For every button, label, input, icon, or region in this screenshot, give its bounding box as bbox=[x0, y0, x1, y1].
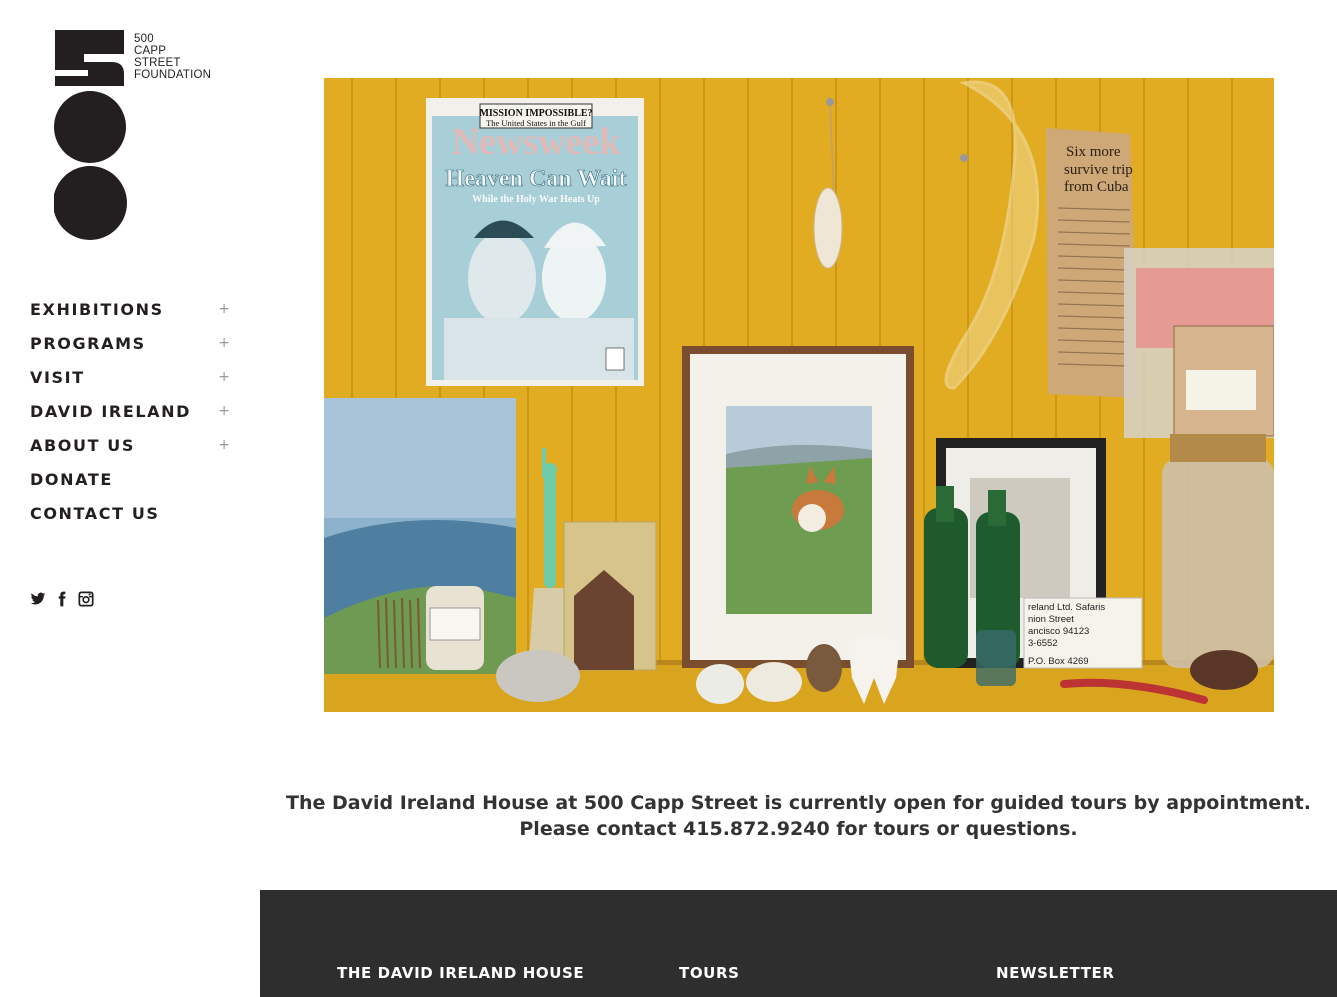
nav-item-exhibitions[interactable]: EXHIBITIONS + bbox=[30, 292, 232, 326]
expand-plus-icon[interactable]: + bbox=[218, 369, 230, 385]
logo-line: STREET bbox=[134, 57, 181, 69]
footer-heading-house: THE DAVID IRELAND HOUSE bbox=[337, 964, 585, 982]
magazine-masthead: Newsweek bbox=[452, 121, 622, 163]
logo[interactable]: 500 CAPP STREET FOUNDATION bbox=[54, 30, 224, 242]
logo-mark bbox=[54, 30, 127, 240]
postcard-line: 3-6552 bbox=[1028, 638, 1058, 649]
nav-item-label: EXHIBITIONS bbox=[30, 299, 164, 319]
clipping-line: from Cuba bbox=[1064, 179, 1129, 195]
expand-plus-icon[interactable]: + bbox=[218, 437, 230, 453]
nav-item-label: CONTACT US bbox=[30, 503, 160, 523]
nav-item-label: ABOUT US bbox=[30, 435, 135, 455]
nav-item-visit[interactable]: VISIT + bbox=[30, 360, 232, 394]
notice-line: The David Ireland House at 500 Capp Stre… bbox=[286, 792, 1311, 814]
footer-heading-tours: TOURS bbox=[679, 964, 740, 982]
clipping-line: survive trip bbox=[1064, 162, 1133, 178]
magazine-subhead: While the Holy War Heats Up bbox=[472, 194, 600, 205]
instagram-icon[interactable] bbox=[78, 591, 94, 607]
logo-line: FOUNDATION bbox=[134, 69, 212, 81]
expand-plus-icon[interactable]: + bbox=[218, 403, 230, 419]
footer-heading-newsletter: NEWSLETTER bbox=[996, 964, 1115, 982]
nav-item-label: PROGRAMS bbox=[30, 333, 146, 353]
expand-plus-icon[interactable]: + bbox=[218, 301, 230, 317]
nav-item-label: VISIT bbox=[30, 367, 85, 387]
notice-line: Please contact 415.872.9240 for tours or… bbox=[519, 818, 1078, 840]
expand-plus-icon[interactable]: + bbox=[218, 335, 230, 351]
logo-wordmark: 500 CAPP STREET FOUNDATION bbox=[134, 33, 211, 81]
tour-notice: The David Ireland House at 500 Capp Stre… bbox=[260, 790, 1337, 842]
magazine-cover: MISSION IMPOSSIBLE? The United States in… bbox=[426, 98, 644, 386]
postcard-line: nion Street bbox=[1028, 614, 1074, 625]
clipping-line: Six more bbox=[1066, 144, 1121, 160]
facebook-icon[interactable] bbox=[54, 591, 70, 607]
nav-item-contact-us[interactable]: CONTACT US bbox=[30, 496, 232, 530]
postcard-line: ancisco 94123 bbox=[1028, 626, 1089, 637]
postcard-line: reland Ltd. Safaris bbox=[1028, 602, 1105, 613]
main-nav: EXHIBITIONS + PROGRAMS + VISIT + DAVID I… bbox=[30, 292, 232, 530]
site-footer: THE DAVID IRELAND HOUSE TOURS NEWSLETTER bbox=[260, 890, 1337, 997]
twitter-icon[interactable] bbox=[30, 591, 46, 607]
social-links bbox=[30, 591, 94, 607]
nav-item-programs[interactable]: PROGRAMS + bbox=[30, 326, 232, 360]
magazine-headline: Heaven Can Wait bbox=[446, 166, 627, 192]
nav-item-about-us[interactable]: ABOUT US + bbox=[30, 428, 232, 462]
framed-photo bbox=[682, 346, 914, 668]
hero-image: MISSION IMPOSSIBLE? The United States in… bbox=[324, 78, 1274, 712]
nav-item-label: DONATE bbox=[30, 469, 113, 489]
postcard-line: P.O. Box 4269 bbox=[1028, 656, 1089, 667]
logo-line: 500 bbox=[134, 33, 154, 45]
postcard: reland Ltd. Safaris nion Street ancisco … bbox=[1023, 597, 1143, 669]
nav-item-donate[interactable]: DONATE bbox=[30, 462, 232, 496]
nav-item-label: DAVID IRELAND bbox=[30, 401, 192, 421]
nav-item-david-ireland[interactable]: DAVID IRELAND + bbox=[30, 394, 232, 428]
logo-line: CAPP bbox=[134, 45, 167, 57]
